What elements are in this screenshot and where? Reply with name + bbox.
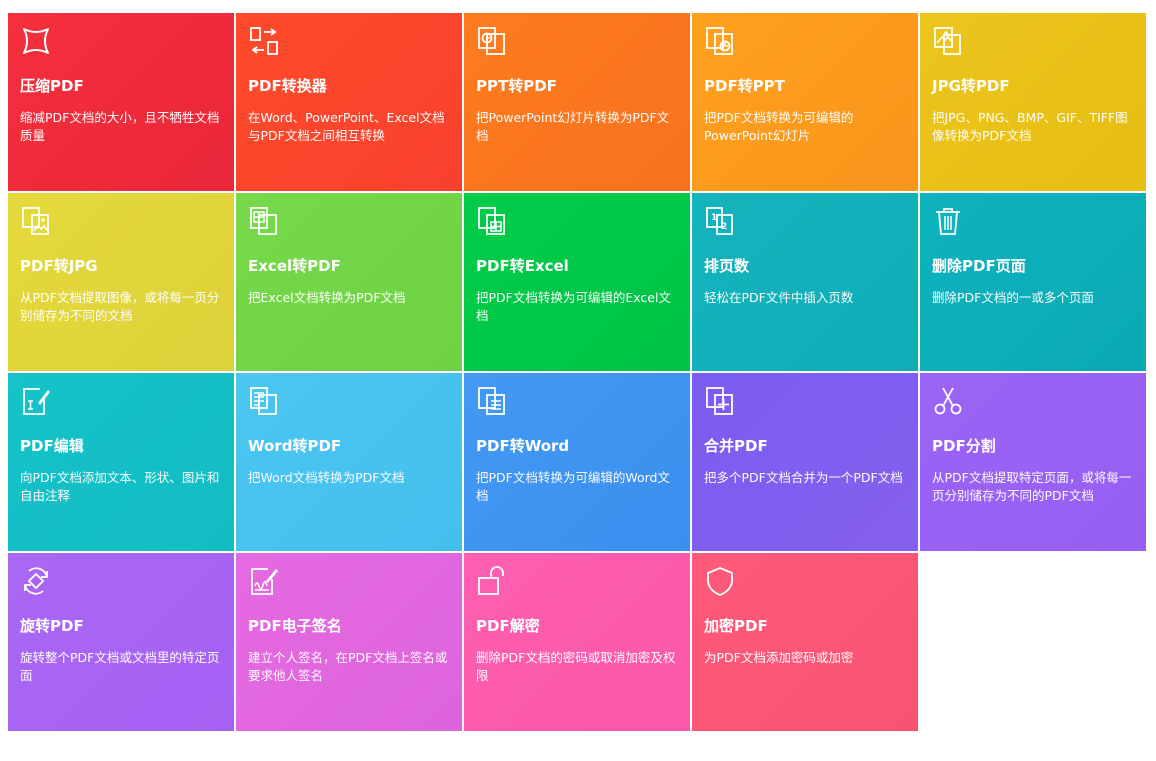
- tool-grid: 压缩PDF 缩减PDF文档的大小，且不牺牲文档质量 PDF转换器在Word、Powe…: [8, 13, 1146, 731]
- trash-icon: [932, 205, 964, 237]
- tool-description: 把多个PDF文档合并为一个PDF文档: [704, 470, 903, 485]
- svg-text:2: 2: [721, 222, 727, 232]
- tool-title: JPG转PDF: [932, 77, 1010, 95]
- tool-tile-ppt-to-pdf[interactable]: PPT转PDF 把PowerPoint幻灯片转换为PDF文档: [464, 13, 690, 191]
- tool-tile-scissors[interactable]: PDF分割从PDF文档提取特定页面，或将每一页分别储存为不同的PDF文档: [920, 373, 1146, 551]
- tool-title: PDF转PPT: [704, 77, 785, 95]
- tool-tile-rotate[interactable]: 旋转PDF 旋转整个PDF文档或文档里的特定页面: [8, 553, 234, 731]
- tool-description: 在Word、PowerPoint、Excel文档与PDF文档之间相互转换: [248, 110, 445, 143]
- svg-text:1: 1: [711, 213, 717, 223]
- compress-icon: [20, 25, 52, 57]
- tool-title: Word转PDF: [248, 437, 342, 455]
- pdf-to-jpg-icon: [20, 205, 52, 237]
- tool-description: 把PDF文档转换为可编辑的PowerPoint幻灯片: [704, 110, 854, 143]
- tool-tile-word-to-pdf[interactable]: Word转PDF 把Word文档转换为PDF文档: [236, 373, 462, 551]
- unlock-icon: [476, 565, 508, 597]
- tool-description: 从PDF文档提取特定页面，或将每一页分别储存为不同的PDF文档: [932, 470, 1132, 503]
- tool-description: 把PowerPoint幻灯片转换为PDF文档: [476, 110, 670, 143]
- tool-tile-excel-to-pdf[interactable]: Excel转PDF 把Excel文档转换为PDF文档: [236, 193, 462, 371]
- tool-title: PDF解密: [476, 617, 540, 635]
- shield-icon: [704, 565, 736, 597]
- tool-description: 把PDF文档转换为可编辑的Excel文档: [476, 290, 671, 323]
- tool-description: 从PDF文档提取图像，或将每一页分别储存为不同的文档: [20, 290, 220, 323]
- tool-tile-page-number[interactable]: 1 2 排页数轻松在PDF文件中插入页数: [692, 193, 918, 371]
- tool-description: 把Word文档转换为PDF文档: [248, 470, 405, 485]
- page-number-icon: 12: [704, 205, 736, 237]
- tool-description: 轻松在PDF文件中插入页数: [704, 290, 854, 305]
- pdf-to-word-icon: [476, 385, 508, 417]
- tool-tile-pdf-to-ppt[interactable]: PDF转PPT 把PDF文档转换为可编辑的PowerPoint幻灯片: [692, 13, 918, 191]
- tool-description: 缩减PDF文档的大小，且不牺牲文档质量: [20, 110, 220, 143]
- tool-tile-compress[interactable]: 压缩PDF 缩减PDF文档的大小，且不牺牲文档质量: [8, 13, 234, 191]
- tool-tile-trash[interactable]: 删除PDF页面删除PDF文档的一或多个页面: [920, 193, 1146, 371]
- tool-title: PPT转PDF: [476, 77, 557, 95]
- tool-description: 把JPG、PNG、BMP、GIF、TIFF图像转换为PDF文档: [932, 110, 1128, 143]
- tool-title: PDF转换器: [248, 77, 327, 95]
- tool-tile-jpg-to-pdf[interactable]: JPG转PDF 把JPG、PNG、BMP、GIF、TIFF图像转换为PDF文档: [920, 13, 1146, 191]
- tool-tile-unlock[interactable]: PDF解密删除PDF文档的密码或取消加密及权限: [464, 553, 690, 731]
- tool-tile-merge[interactable]: 合并PDF 把多个PDF文档合并为一个PDF文档: [692, 373, 918, 551]
- tool-description: 旋转整个PDF文档或文档里的特定页面: [20, 650, 220, 683]
- tool-title: PDF编辑: [20, 437, 84, 455]
- tool-tile-pdf-to-word[interactable]: PDF转Word 把PDF文档转换为可编辑的Word文档: [464, 373, 690, 551]
- tool-title: 删除PDF页面: [932, 257, 1026, 275]
- tool-title: 合并PDF: [704, 437, 768, 455]
- tool-tile-shield[interactable]: 加密PDF 为PDF文档添加密码或加密: [692, 553, 918, 731]
- tool-title: PDF转JPG: [20, 257, 98, 275]
- tool-description: 把PDF文档转换为可编辑的Word文档: [476, 470, 670, 503]
- tool-tile-pdf-to-excel[interactable]: PDF转Excel 把PDF文档转换为可编辑的Excel文档: [464, 193, 690, 371]
- convert-icon: [248, 25, 280, 57]
- tool-title: 排页数: [704, 257, 750, 275]
- tool-title: PDF电子签名: [248, 617, 342, 635]
- tool-tile-edit[interactable]: PDF编辑向PDF文档添加文本、形状、图片和自由注释: [8, 373, 234, 551]
- rotate-icon: [20, 565, 52, 597]
- signature-icon: [248, 565, 280, 597]
- tool-title: PDF转Word: [476, 437, 570, 455]
- jpg-to-pdf-icon: [932, 25, 964, 57]
- edit-icon: [20, 385, 52, 417]
- tool-title: PDF转Excel: [476, 257, 569, 275]
- pdf-to-excel-icon: [476, 205, 508, 237]
- tool-description: 删除PDF文档的密码或取消加密及权限: [476, 650, 676, 683]
- tool-title: PDF分割: [932, 437, 996, 455]
- tool-description: 为PDF文档添加密码或加密: [704, 650, 854, 665]
- ppt-to-pdf-icon: [476, 25, 508, 57]
- tool-title: Excel转PDF: [248, 257, 341, 275]
- tool-tile-convert[interactable]: PDF转换器在Word、PowerPoint、Excel文档与PDF文档之间相互…: [236, 13, 462, 191]
- tool-title: 加密PDF: [704, 617, 768, 635]
- merge-icon: [704, 385, 736, 417]
- tool-tile-pdf-to-jpg[interactable]: PDF转JPG 从PDF文档提取图像，或将每一页分别储存为不同的文档: [8, 193, 234, 371]
- tool-tile-signature[interactable]: PDF电子签名建立个人签名，在PDF文档上签名或要求他人签名: [236, 553, 462, 731]
- tool-description: 删除PDF文档的一或多个页面: [932, 290, 1094, 305]
- tool-description: 向PDF文档添加文本、形状、图片和自由注释: [20, 470, 220, 503]
- pdf-to-ppt-icon: [704, 25, 736, 57]
- excel-to-pdf-icon: [248, 205, 280, 237]
- tool-description: 建立个人签名，在PDF文档上签名或要求他人签名: [248, 650, 448, 683]
- word-to-pdf-icon: [248, 385, 280, 417]
- tool-description: 把Excel文档转换为PDF文档: [248, 290, 406, 305]
- scissors-icon: [932, 385, 964, 417]
- tool-title: 压缩PDF: [20, 77, 84, 95]
- tool-title: 旋转PDF: [20, 617, 84, 635]
